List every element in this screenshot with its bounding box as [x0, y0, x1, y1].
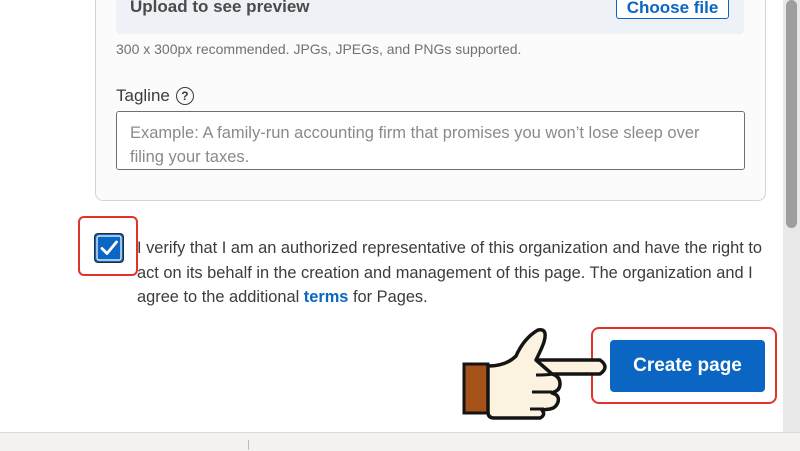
- scrollbar-thumb[interactable]: [786, 0, 797, 228]
- help-icon[interactable]: ?: [175, 87, 194, 105]
- page-footer: [0, 432, 800, 451]
- upload-preview-text: Upload to see preview: [130, 0, 310, 16]
- image-size-hint: 300 x 300px recommended. JPGs, JPEGs, an…: [116, 41, 522, 57]
- pointing-hand-icon: [462, 328, 607, 420]
- verification-statement: I verify that I am an authorized represe…: [137, 236, 777, 310]
- checkmark-icon: [96, 235, 122, 261]
- choose-file-button[interactable]: Choose file: [616, 0, 729, 19]
- footer-divider: [248, 440, 249, 450]
- verification-text-end: for Pages.: [348, 288, 428, 306]
- terms-link[interactable]: terms: [304, 288, 349, 306]
- tagline-input[interactable]: [116, 111, 745, 170]
- verification-text: I verify that I am an authorized represe…: [137, 239, 763, 306]
- create-page-button[interactable]: Create page: [610, 340, 765, 392]
- tagline-label: Tagline ?: [116, 86, 194, 106]
- tagline-label-text: Tagline: [116, 86, 170, 105]
- verify-checkbox[interactable]: [95, 234, 123, 262]
